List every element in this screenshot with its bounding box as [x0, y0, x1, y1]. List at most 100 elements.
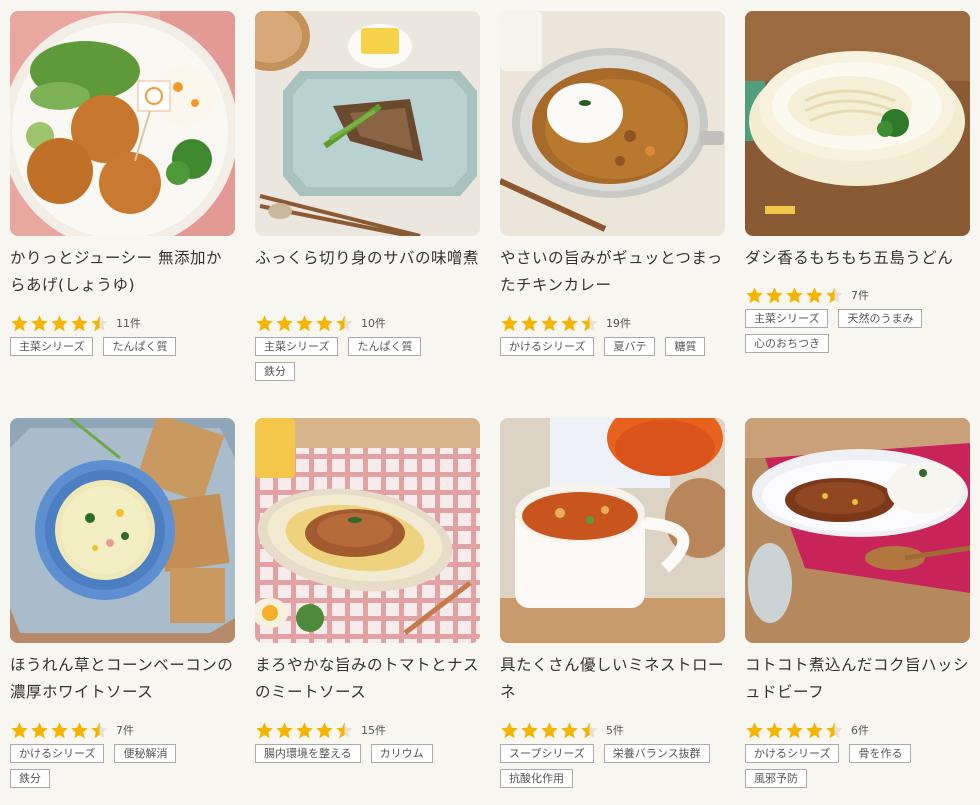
half-star-icon — [336, 721, 353, 738]
star-icon — [501, 721, 518, 738]
product-photo-karaage[interactable] — [10, 11, 235, 236]
tag-list: かけるシリーズ 骨を作る 風邪予防 — [745, 744, 970, 794]
star-icon — [541, 721, 558, 738]
review-count[interactable]: 5件 — [606, 722, 624, 738]
tag[interactable]: たんぱく質 — [103, 337, 177, 356]
star-icon — [541, 314, 558, 331]
tag-list: 腸内環境を整える カリウム — [255, 744, 480, 769]
half-star-icon — [91, 314, 108, 331]
tag[interactable]: 主菜シリーズ — [255, 337, 339, 356]
product-title[interactable]: やさいの旨みがギュッとつまったチキンカレー — [500, 245, 725, 299]
tag[interactable]: 抗酸化作用 — [500, 769, 573, 788]
product-title[interactable]: ふっくら切り身のサバの味噌煮 — [255, 245, 480, 299]
product-photo-minestrone[interactable] — [500, 418, 725, 643]
tag[interactable]: 鉄分 — [10, 769, 50, 788]
product-card[interactable]: ほうれん草とコーンベーコンの濃厚ホワイトソース 7件 かけるシリーズ 便秘解消 … — [10, 418, 235, 794]
star-icon — [276, 314, 293, 331]
review-count[interactable]: 7件 — [851, 287, 869, 303]
product-grid: かりっとジューシー 無添加からあげ(しょうゆ) 11件 主菜シリーズ たんぱく質 — [0, 0, 980, 805]
tag[interactable]: 主菜シリーズ — [745, 309, 829, 328]
review-count[interactable]: 15件 — [361, 722, 386, 738]
product-title[interactable]: 具たくさん優しいミネストローネ — [500, 652, 725, 706]
star-icon — [276, 721, 293, 738]
star-icon — [51, 314, 68, 331]
star-rating — [10, 721, 110, 740]
tag[interactable]: 便秘解消 — [114, 744, 177, 763]
star-icon — [256, 721, 273, 738]
rating: 19件 — [500, 313, 725, 333]
product-card[interactable]: 具たくさん優しいミネストローネ 5件 スープシリーズ 栄養バランス抜群 抗酸化作… — [500, 418, 725, 794]
review-count[interactable]: 10件 — [361, 315, 386, 331]
review-count[interactable]: 6件 — [851, 722, 869, 738]
star-rating — [500, 314, 600, 333]
rating: 7件 — [745, 285, 970, 305]
product-title[interactable]: かりっとジューシー 無添加からあげ(しょうゆ) — [10, 245, 235, 299]
tag[interactable]: かけるシリーズ — [10, 744, 105, 763]
review-count[interactable]: 11件 — [116, 315, 141, 331]
tag[interactable]: 天然のうまみ — [838, 309, 923, 328]
tag[interactable]: 腸内環境を整える — [255, 744, 361, 763]
star-icon — [316, 721, 333, 738]
tag[interactable]: 主菜シリーズ — [10, 337, 94, 356]
tag[interactable]: かけるシリーズ — [745, 744, 840, 763]
tag[interactable]: たんぱく質 — [348, 337, 422, 356]
product-photo-hashed-beef[interactable] — [745, 418, 970, 643]
rating: 7件 — [10, 720, 235, 740]
product-title[interactable]: ほうれん草とコーンベーコンの濃厚ホワイトソース — [10, 652, 235, 706]
tag[interactable]: 心のおちつき — [745, 334, 829, 353]
tag[interactable]: 夏バテ — [604, 337, 656, 356]
star-icon — [786, 286, 803, 303]
star-icon — [31, 721, 48, 738]
star-icon — [296, 721, 313, 738]
star-icon — [31, 314, 48, 331]
rating: 15件 — [255, 720, 480, 740]
tag[interactable]: かけるシリーズ — [500, 337, 595, 356]
star-icon — [521, 721, 538, 738]
star-icon — [71, 721, 88, 738]
product-card[interactable]: やさいの旨みがギュッとつまったチキンカレー 19件 かけるシリーズ 夏バテ 糖質 — [500, 11, 725, 362]
star-rating — [10, 314, 110, 333]
tag[interactable]: 栄養バランス抜群 — [603, 744, 710, 763]
star-icon — [316, 314, 333, 331]
tag[interactable]: 骨を作る — [849, 744, 912, 763]
product-card[interactable]: ふっくら切り身のサバの味噌煮 10件 主菜シリーズ たんぱく質 鉄分 — [255, 11, 480, 387]
star-rating — [255, 721, 355, 740]
product-photo-saba[interactable] — [255, 11, 480, 236]
tag[interactable]: 糖質 — [665, 337, 706, 356]
star-icon — [746, 721, 763, 738]
star-icon — [71, 314, 88, 331]
rating: 11件 — [10, 313, 235, 333]
product-card[interactable]: コトコト煮込んだコク旨ハッシュドビーフ 6件 かけるシリーズ 骨を作る 風邪予防 — [745, 418, 970, 794]
product-title[interactable]: まろやかな旨みのトマトとナスのミートソース — [255, 652, 480, 706]
tag-list: スープシリーズ 栄養バランス抜群 抗酸化作用 — [500, 744, 725, 794]
product-card[interactable]: かりっとジューシー 無添加からあげ(しょうゆ) 11件 主菜シリーズ たんぱく質 — [10, 11, 235, 362]
product-photo-meat-sauce[interactable] — [255, 418, 480, 643]
star-icon — [11, 314, 28, 331]
product-photo-curry[interactable] — [500, 11, 725, 236]
half-star-icon — [826, 286, 843, 303]
star-rating — [745, 721, 845, 740]
star-icon — [766, 286, 783, 303]
tag-list: 主菜シリーズ たんぱく質 鉄分 — [255, 337, 480, 387]
rating: 5件 — [500, 720, 725, 740]
tag[interactable]: 鉄分 — [255, 362, 295, 381]
tag[interactable]: 風邪予防 — [745, 769, 807, 788]
half-star-icon — [91, 721, 108, 738]
product-card[interactable]: まろやかな旨みのトマトとナスのミートソース 15件 腸内環境を整える カリウム — [255, 418, 480, 769]
review-count[interactable]: 7件 — [116, 722, 134, 738]
product-title[interactable]: コトコト煮込んだコク旨ハッシュドビーフ — [745, 652, 970, 706]
tag[interactable]: スープシリーズ — [500, 744, 594, 763]
tag[interactable]: カリウム — [370, 744, 433, 763]
review-count[interactable]: 19件 — [606, 315, 631, 331]
product-photo-udon[interactable] — [745, 11, 970, 236]
star-rating — [500, 721, 600, 740]
tag-list: かけるシリーズ 便秘解消 鉄分 — [10, 744, 235, 794]
star-icon — [806, 286, 823, 303]
tag-list: かけるシリーズ 夏バテ 糖質 — [500, 337, 725, 362]
rating: 6件 — [745, 720, 970, 740]
star-icon — [521, 314, 538, 331]
star-icon — [11, 721, 28, 738]
product-card[interactable]: ダシ香るもちもち五島うどん 7件 主菜シリーズ 天然のうまみ 心のおちつき — [745, 11, 970, 359]
product-photo-white-sauce[interactable] — [10, 418, 235, 643]
star-icon — [561, 314, 578, 331]
